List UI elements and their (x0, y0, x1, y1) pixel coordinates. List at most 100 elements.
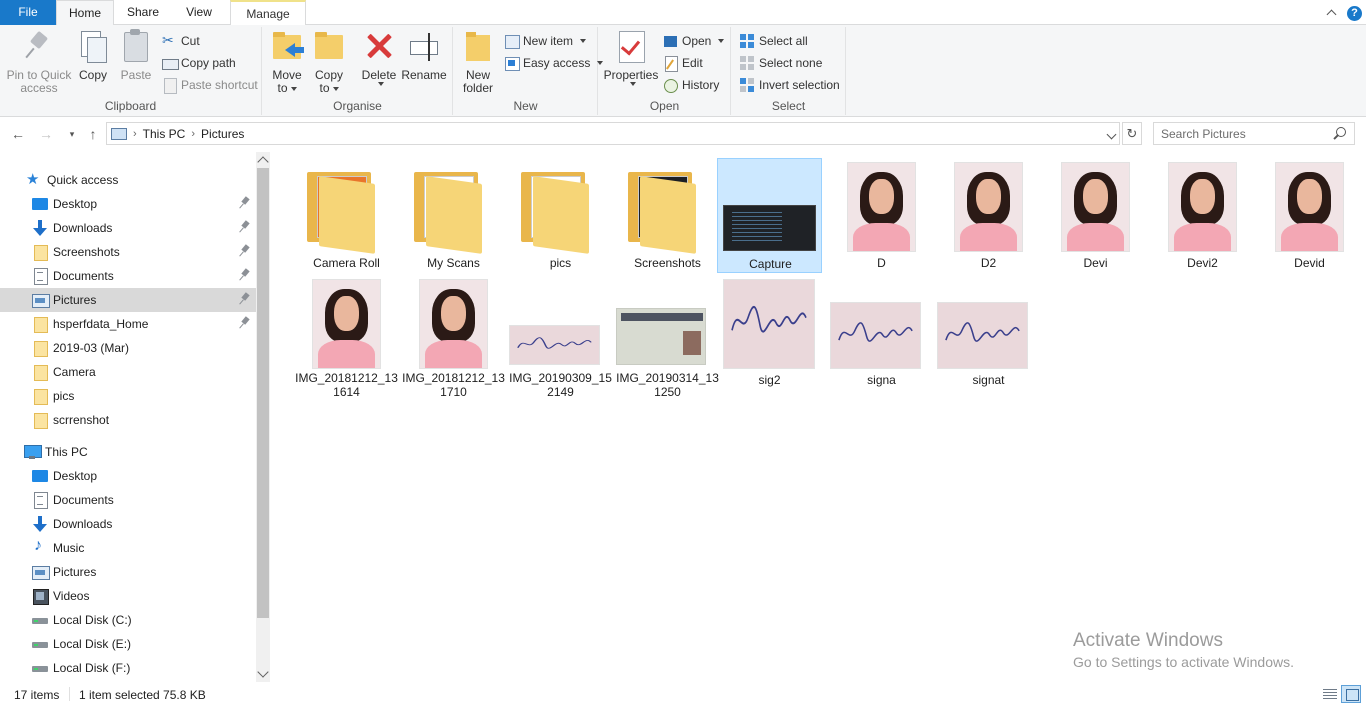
file-item[interactable]: signat (936, 275, 1041, 390)
file-name-label: Camera Roll (313, 256, 380, 270)
pin-icon[interactable] (240, 293, 250, 305)
folder-item[interactable]: My Scans (401, 158, 506, 273)
file-item[interactable]: IMG_20181212_131710 (401, 275, 506, 399)
file-item[interactable]: IMG_20181212_131614 (294, 275, 399, 399)
move-to-button[interactable]: Move to (269, 29, 305, 95)
sidebar-item-2019-03-mar[interactable]: 2019-03 (Mar) (0, 336, 256, 360)
pin-icon[interactable] (240, 269, 250, 281)
file-item[interactable]: IMG_20190309_152149 (508, 275, 613, 399)
refresh-icon[interactable]: ↻ (1122, 122, 1142, 145)
history-button[interactable]: History (663, 75, 719, 95)
file-item[interactable]: D2 (936, 158, 1041, 273)
item-count: 17 items (14, 688, 60, 702)
paste-button[interactable]: Paste (118, 29, 154, 82)
sidebar-item-videos[interactable]: Videos (0, 584, 256, 608)
tab-view[interactable]: View (176, 0, 222, 25)
properties-button[interactable]: Properties (603, 29, 659, 86)
sidebar-item-scrrenshot[interactable]: scrrenshot (0, 408, 256, 432)
sidebar-item-local-disk-e[interactable]: Local Disk (E:) (0, 632, 256, 656)
minimize-ribbon-chevron-icon[interactable] (1325, 6, 1339, 20)
select-all-label: Select all (759, 34, 808, 48)
delete-button[interactable]: Delete (359, 29, 399, 86)
select-all-button[interactable]: Select all (740, 31, 808, 51)
paste-shortcut-button[interactable]: Paste shortcut (162, 75, 258, 95)
pin-icon[interactable] (240, 245, 250, 257)
sidebar-item-camera[interactable]: Camera (0, 360, 256, 384)
file-item[interactable]: IMG_20190314_131250 (615, 275, 720, 399)
breadcrumb-pictures[interactable]: Pictures (201, 127, 244, 141)
scrollbar-thumb[interactable] (257, 168, 269, 618)
tab-manage[interactable]: Manage (230, 0, 306, 25)
new-folder-button[interactable]: New folder (460, 29, 496, 95)
open-button[interactable]: Open (663, 31, 725, 51)
invert-selection-button[interactable]: Invert selection (740, 75, 840, 95)
copy-to-button[interactable]: Copy to (311, 29, 347, 95)
sidebar-item-local-disk-c[interactable]: Local Disk (C:) (0, 608, 256, 632)
scroll-up-chevron-icon[interactable] (257, 156, 269, 168)
file-name-label: IMG_20190309_152149 (509, 371, 612, 399)
pin-icon[interactable] (240, 317, 250, 329)
sidebar-item-pics[interactable]: pics (0, 384, 256, 408)
sidebar-item-local-disk-f[interactable]: Local Disk (F:) (0, 656, 256, 680)
rename-button[interactable]: Rename (401, 29, 447, 82)
navigation-pane-scrollbar[interactable] (256, 152, 270, 682)
search-input[interactable] (1154, 126, 1332, 141)
address-dropdown-chevron-icon[interactable] (1106, 129, 1117, 140)
file-item[interactable]: Devi2 (1150, 158, 1255, 273)
tab-share[interactable]: Share (118, 0, 168, 25)
search-box[interactable] (1153, 122, 1355, 145)
cut-button[interactable]: Cut (162, 31, 200, 51)
details-view-icon[interactable] (1320, 685, 1340, 703)
large-icons-view-icon[interactable] (1341, 685, 1361, 703)
sidebar-item-hsperfdata-home[interactable]: hsperfdata_Home (0, 312, 256, 336)
tab-home[interactable]: Home (56, 0, 114, 26)
pin-icon[interactable] (240, 197, 250, 209)
file-item[interactable]: Devid (1257, 158, 1362, 273)
file-item[interactable]: signa (829, 275, 934, 390)
sidebar-item-music[interactable]: Music (0, 536, 256, 560)
sidebar-item-this-pc[interactable]: This PC (0, 440, 256, 464)
file-name-label: pics (549, 256, 572, 270)
edit-button[interactable]: Edit (663, 53, 703, 73)
sidebar-item-pictures[interactable]: Pictures (0, 560, 256, 584)
file-item[interactable]: D (829, 158, 934, 273)
sidebar-item-documents[interactable]: Documents (0, 264, 256, 288)
photo-thumbnail (1257, 158, 1362, 254)
sidebar-item-desktop[interactable]: Desktop (0, 192, 256, 216)
folder-item[interactable]: Camera Roll (294, 158, 399, 273)
address-bar[interactable]: › This PC › Pictures (106, 122, 1120, 145)
documents-icon (32, 268, 48, 285)
breadcrumb-chevron-icon[interactable]: › (133, 128, 137, 140)
copy-button[interactable]: Copy (76, 29, 110, 82)
pin-icon[interactable] (240, 221, 250, 233)
scroll-down-chevron-icon[interactable] (257, 666, 269, 678)
search-icon[interactable] (1332, 126, 1346, 141)
forward-arrow-icon[interactable]: → (38, 126, 54, 142)
tab-file[interactable]: File (0, 0, 56, 25)
sidebar-item-desktop[interactable]: Desktop (0, 464, 256, 488)
select-none-button[interactable]: Select none (740, 53, 822, 73)
help-icon[interactable]: ? (1347, 5, 1362, 21)
pin-to-quick-access-button[interactable]: Pin to Quick access (6, 29, 72, 95)
file-item[interactable]: Capture (717, 158, 822, 273)
sidebar-item-downloads[interactable]: Downloads (0, 216, 256, 240)
select-none-label: Select none (759, 56, 823, 70)
copy-path-button[interactable]: Copy path (162, 53, 236, 73)
easy-access-button[interactable]: Easy access (504, 53, 604, 73)
recent-locations-chevron-icon[interactable]: ▾ (64, 126, 80, 142)
back-arrow-icon[interactable]: ← (10, 126, 26, 142)
sidebar-item-documents[interactable]: Documents (0, 488, 256, 512)
sidebar-item-quick-access[interactable]: Quick access (0, 168, 256, 192)
up-arrow-icon[interactable]: ↑ (85, 126, 101, 142)
sidebar-item-downloads[interactable]: Downloads (0, 512, 256, 536)
folder-item[interactable]: pics (508, 158, 613, 273)
file-item[interactable]: sig2 (717, 275, 822, 390)
sidebar-item-screenshots[interactable]: Screenshots (0, 240, 256, 264)
new-item-button[interactable]: New item (504, 31, 587, 51)
folder-item[interactable]: Screenshots (615, 158, 720, 273)
file-item[interactable]: Devi (1043, 158, 1148, 273)
breadcrumb-chevron-icon[interactable]: › (191, 128, 195, 140)
breadcrumb-this-pc[interactable]: This PC (143, 127, 186, 141)
sidebar-item-pictures[interactable]: Pictures (0, 288, 256, 312)
downloads-icon (32, 220, 48, 236)
